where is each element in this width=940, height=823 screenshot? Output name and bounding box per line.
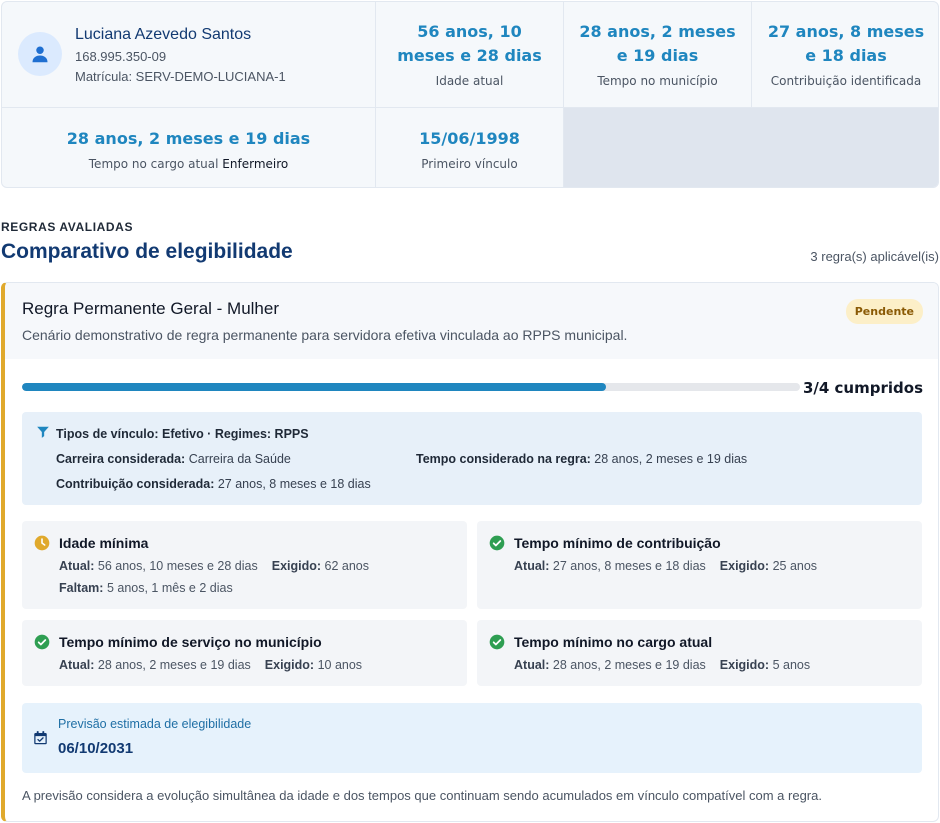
cargo-label: Tempo no cargo atual xyxy=(88,156,219,171)
requirement-card: Idade mínima Atual: 56 anos, 10 meses e … xyxy=(22,521,467,609)
progress-label: 3/4 cumpridos xyxy=(802,379,923,397)
requirement-values: Atual: 28 anos, 2 meses e 19 dias Exigido… xyxy=(34,658,467,672)
scope-contribution: Contribuição considerada: 27 anos, 8 mes… xyxy=(56,477,371,491)
required-value: 10 anos xyxy=(317,658,363,672)
current-value: 56 anos, 10 meses e 28 dias xyxy=(97,559,258,573)
current-label: Atual: xyxy=(514,559,550,573)
scope-time-label: Tempo considerado na regra: xyxy=(416,452,591,466)
metric-cargo-time: 28 anos, 2 meses e 19 dias Tempo no carg… xyxy=(2,108,376,187)
requirement-values: Atual: 56 anos, 10 meses e 28 dias Exigid… xyxy=(34,559,467,573)
forecast-date: 06/10/2031 xyxy=(58,740,134,757)
rule-count: 3 regra(s) aplicável(is) xyxy=(810,249,939,264)
requirement-title-text: Tempo mínimo de serviço no município xyxy=(59,634,322,650)
metric-value: 56 anos, 10 meses e 28 dias xyxy=(397,22,542,65)
required-label: Exigido: xyxy=(264,658,315,672)
required-label: Exigido: xyxy=(719,658,770,672)
current-label: Atual: xyxy=(514,658,550,672)
requirement-card: Tempo mínimo de contribuição Atual: 27 a… xyxy=(477,521,922,609)
forecast-footnote: A previsão considera a evolução simultân… xyxy=(22,788,822,803)
scope-contrib-value: 27 anos, 8 meses e 18 dias xyxy=(217,477,371,491)
required-value: 5 anos xyxy=(772,658,811,672)
requirement-title-text: Idade mínima xyxy=(59,535,149,551)
requirement-values: Atual: 28 anos, 2 meses e 19 dias Exigido… xyxy=(489,658,922,672)
scope-time-value: 28 anos, 2 meses e 19 dias xyxy=(594,452,748,466)
current-value: 27 anos, 8 meses e 18 dias xyxy=(552,559,706,573)
requirement-title: Tempo mínimo de contribuição xyxy=(489,535,922,551)
metric-label: Tempo no cargo atual Enfermeiro xyxy=(89,157,288,171)
clock-icon xyxy=(34,535,50,551)
metric-value: 28 anos, 2 meses e 19 dias xyxy=(66,128,311,148)
scope-title: Tipos de vínculo: Efetivo · Regimes: RPP… xyxy=(36,425,922,442)
requirement-title: Tempo mínimo de serviço no município xyxy=(34,634,467,650)
required-value: 62 anos xyxy=(324,559,370,573)
metric-label: Tempo no município xyxy=(597,74,718,88)
check-circle-icon xyxy=(34,634,50,650)
progress-fill xyxy=(22,383,606,391)
person-name: Luciana Azevedo Santos xyxy=(75,26,252,43)
scope-career: Carreira considerada: Carreira da Saúde xyxy=(56,452,291,466)
required-label: Exigido: xyxy=(719,559,770,573)
user-icon xyxy=(18,32,62,76)
check-circle-icon xyxy=(489,535,505,551)
requirement-title: Idade mínima xyxy=(34,535,467,551)
scope-career-value: Carreira da Saúde xyxy=(188,452,291,466)
requirement-card: Tempo mínimo no cargo atual Atual: 28 an… xyxy=(477,620,922,686)
required-label: Exigido: xyxy=(271,559,322,573)
scope-title-text: Tipos de vínculo: Efetivo · Regimes: RPP… xyxy=(56,426,309,441)
metric-value: 27 anos, 8 meses e 18 dias xyxy=(767,22,925,65)
status-badge: Pendente xyxy=(845,299,923,324)
progress-bar xyxy=(22,383,800,391)
section-title: Comparativo de elegibilidade xyxy=(1,240,293,263)
metric-value: 28 anos, 2 meses e 19 dias xyxy=(579,22,736,65)
metric-first-link: 15/06/1998 Primeiro vínculo xyxy=(376,108,564,187)
metric-label: Primeiro vínculo xyxy=(421,156,518,171)
forecast-box: Previsão estimada de elegibilidade 06/10… xyxy=(22,703,922,773)
requirement-card: Tempo mínimo de serviço no município Atu… xyxy=(22,620,467,686)
rule-description: Cenário demonstrativo de regra permanent… xyxy=(22,327,628,343)
metric-contribution: 27 anos, 8 meses e 18 dias Contribuição … xyxy=(752,2,938,108)
section-kicker: REGRAS AVALIADAS xyxy=(1,220,134,234)
rule-card-header: Regra Permanente Geral - Mulher Cenário … xyxy=(5,283,938,359)
metric-value: 15/06/1998 xyxy=(419,128,520,148)
summary-panel: Luciana Azevedo Santos 168.995.350-09 Ma… xyxy=(1,1,939,188)
missing-value: 5 anos, 1 mês e 2 dias xyxy=(106,581,233,595)
requirement-title-text: Tempo mínimo de contribuição xyxy=(514,535,721,551)
cargo-role: Enfermeiro xyxy=(222,156,289,171)
empty-filler xyxy=(564,108,938,187)
current-label: Atual: xyxy=(59,559,95,573)
check-circle-icon xyxy=(489,634,505,650)
requirement-title: Tempo mínimo no cargo atual xyxy=(489,634,922,650)
person-registration: Matrícula: SERV-DEMO-LUCIANA-1 xyxy=(75,69,286,84)
metric-label: Idade atual xyxy=(435,74,504,88)
current-value: 28 anos, 2 meses e 19 dias xyxy=(97,658,251,672)
calendar-check-icon xyxy=(33,730,48,751)
person-card: Luciana Azevedo Santos 168.995.350-09 Ma… xyxy=(2,2,376,108)
filter-icon xyxy=(36,425,56,442)
rule-card: Regra Permanente Geral - Mulher Cenário … xyxy=(1,282,939,822)
requirement-values: Atual: 27 anos, 8 meses e 18 dias Exigido… xyxy=(489,559,922,573)
forecast-label: Previsão estimada de elegibilidade xyxy=(58,717,252,731)
rule-title: Regra Permanente Geral - Mulher xyxy=(22,299,280,318)
scope-career-label: Carreira considerada: xyxy=(56,452,186,466)
current-value: 28 anos, 2 meses e 19 dias xyxy=(552,658,706,672)
rule-scope-box: Tipos de vínculo: Efetivo · Regimes: RPP… xyxy=(22,412,922,505)
current-label: Atual: xyxy=(59,658,95,672)
requirement-title-text: Tempo mínimo no cargo atual xyxy=(514,634,713,650)
required-value: 25 anos xyxy=(772,559,818,573)
metric-label: Contribuição identificada xyxy=(770,74,922,88)
missing-label: Faltam: xyxy=(59,581,104,595)
scope-contrib-label: Contribuição considerada: xyxy=(56,477,215,491)
requirement-missing: Faltam: 5 anos, 1 mês e 2 dias xyxy=(34,581,467,595)
person-cpf: 168.995.350-09 xyxy=(75,49,167,64)
scope-time: Tempo considerado na regra: 28 anos, 2 m… xyxy=(416,452,747,466)
metric-age: 56 anos, 10 meses e 28 dias Idade atual xyxy=(376,2,564,108)
metric-municipality-time: 28 anos, 2 meses e 19 dias Tempo no muni… xyxy=(564,2,752,108)
